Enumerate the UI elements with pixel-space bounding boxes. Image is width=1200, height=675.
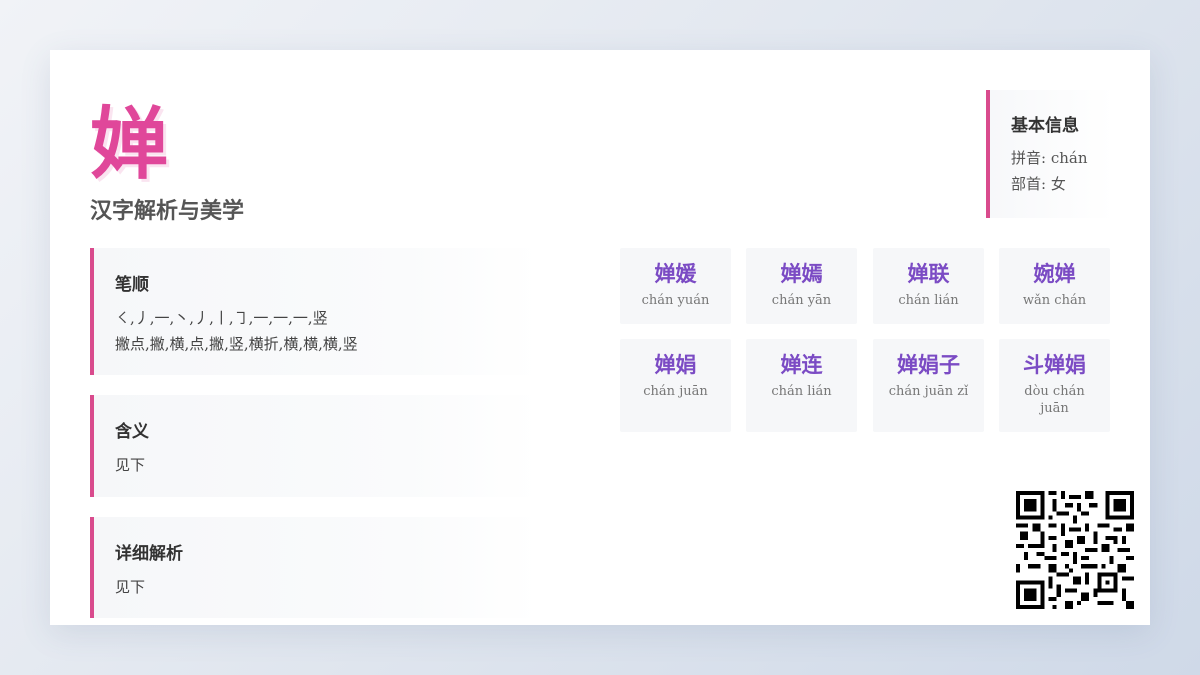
word-pinyin: wǎn chán [1022, 293, 1087, 308]
word-pinyin: chán lián [898, 293, 959, 308]
word-item[interactable]: 婵嫣 chán yān [746, 248, 857, 324]
stroke-order-symbols: ㇛,丿,一,丶,丿,丨,㇆,一,一,一,竖 [115, 309, 328, 327]
stroke-order-names: 撇点,撇,横,点,撇,竖,横折,横,横,横,竖 [115, 335, 358, 353]
stroke-order-title: 笔顺 [115, 275, 149, 295]
word-item[interactable]: 婵联 chán lián [873, 248, 984, 324]
word-item[interactable]: 婵娟子 chán juān zǐ [873, 339, 984, 432]
main-character: 婵 [90, 99, 169, 190]
page-subtitle: 汉字解析与美学 [90, 199, 245, 224]
word-pinyin: dòu chán juān [1024, 384, 1085, 416]
word-pinyin: chán yān [771, 293, 832, 308]
stroke-order-section: 笔顺 ㇛,丿,一,丶,丿,丨,㇆,一,一,一,竖 撇点,撇,横,点,撇,竖,横折… [90, 248, 539, 375]
word-hanzi: 婵娟子 [897, 353, 960, 377]
word-pinyin: chán lián [771, 384, 832, 399]
word-hanzi: 婵媛 [654, 262, 697, 286]
detail-text: 见下 [115, 578, 146, 596]
word-item[interactable]: 婵连 chán lián [746, 339, 857, 432]
word-hanzi: 婵娟 [654, 353, 697, 377]
word-pinyin: chán yuán [641, 293, 710, 308]
pinyin-text: 拼音: chán [1011, 149, 1088, 167]
word-item[interactable]: 婵娟 chán juān [620, 339, 731, 432]
basic-info-title: 基本信息 [1011, 116, 1079, 136]
word-hanzi: 婉婵 [1033, 262, 1076, 286]
word-hanzi: 婵连 [780, 353, 823, 377]
qr-code-icon [1016, 491, 1134, 609]
word-pinyin: chán juān zǐ [888, 384, 969, 399]
meaning-title: 含义 [115, 422, 149, 442]
radical-text: 部首: 女 [1011, 175, 1066, 193]
word-item[interactable]: 斗婵娟 dòu chán juān [999, 339, 1110, 432]
word-item[interactable]: 婵媛 chán yuán [620, 248, 731, 324]
character-card: 婵 汉字解析与美学 基本信息 拼音: chán 部首: 女 笔顺 ㇛,丿,一,丶… [50, 50, 1150, 625]
detail-title: 详细解析 [115, 544, 183, 564]
meaning-section: 含义 见下 [90, 395, 539, 497]
detail-section: 详细解析 见下 [90, 517, 539, 618]
basic-info-box: 基本信息 拼音: chán 部首: 女 [986, 90, 1114, 218]
word-item[interactable]: 婉婵 wǎn chán [999, 248, 1110, 324]
word-hanzi: 婵联 [907, 262, 950, 286]
word-hanzi: 婵嫣 [780, 262, 823, 286]
word-hanzi: 斗婵娟 [1023, 353, 1086, 377]
word-pinyin: chán juān [643, 384, 708, 399]
meaning-text: 见下 [115, 456, 146, 474]
